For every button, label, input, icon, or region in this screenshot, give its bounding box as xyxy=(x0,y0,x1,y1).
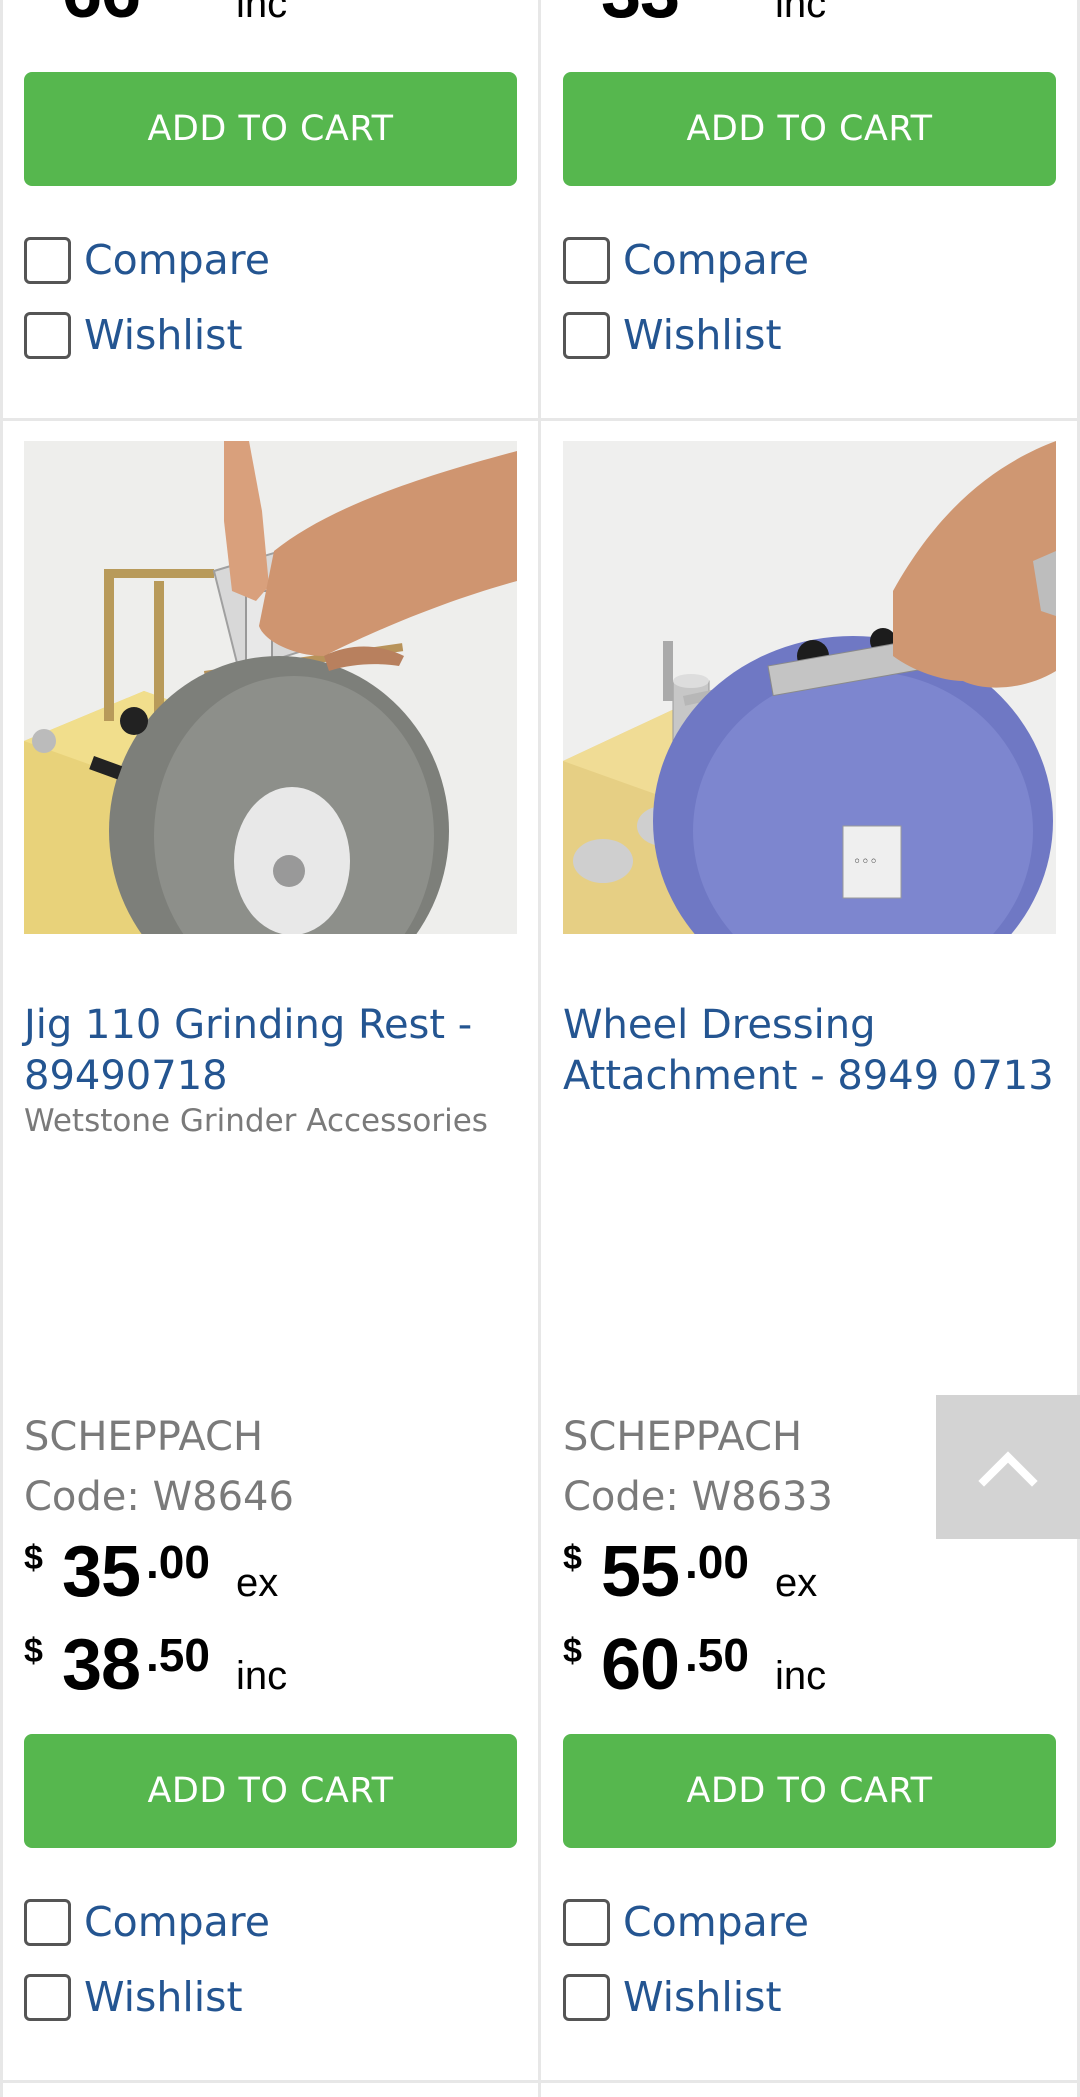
price-cents: .00 xyxy=(146,1536,210,1588)
currency-symbol: $ xyxy=(563,1539,582,1577)
back-to-top-button[interactable] xyxy=(936,1395,1080,1539)
price-whole: 35 xyxy=(62,1532,141,1612)
checkbox[interactable] xyxy=(24,1973,71,2021)
wishlist-label[interactable]: Wishlist xyxy=(623,1973,782,2021)
checkbox[interactable] xyxy=(563,1973,610,2021)
product-code: Code: W8646 xyxy=(24,1474,294,1520)
product-card: ◦◦◦ Wheel Dressing Attachment - 8949 071… xyxy=(563,0,1056,2080)
compare-checkbox[interactable]: Compare xyxy=(563,1896,809,1948)
price-unit: ex xyxy=(236,1561,279,1605)
compare-label[interactable]: Compare xyxy=(84,1898,270,1946)
currency-symbol: $ xyxy=(24,1539,43,1577)
price-unit: inc xyxy=(775,1654,827,1698)
grid-column-divider xyxy=(0,0,3,2097)
price-whole: 60 xyxy=(601,1625,680,1705)
checkbox[interactable] xyxy=(24,1898,71,1946)
price-cents: .00 xyxy=(685,1536,749,1588)
product-title-link[interactable]: Jig 110 Grinding Rest - 89490718 xyxy=(24,1000,517,1102)
price-ex: $ 55 .00 ex xyxy=(563,1532,963,1615)
price-ex: $ 35 .00 ex xyxy=(24,1532,424,1615)
compare-checkbox[interactable]: Compare xyxy=(24,1896,270,1948)
product-title-link[interactable]: Wheel Dressing Attachment - 8949 0713 xyxy=(563,1000,1056,1102)
wishlist-checkbox[interactable]: Wishlist xyxy=(24,1971,243,2023)
product-card: Jig 110 Grinding Rest - 89490718 Wetston… xyxy=(24,0,517,2080)
svg-text:◦◦◦: ◦◦◦ xyxy=(853,854,878,870)
price-cents: .50 xyxy=(685,1629,749,1681)
product-image[interactable]: ◦◦◦ xyxy=(563,441,1056,934)
wishlist-label[interactable]: Wishlist xyxy=(84,1973,243,2021)
wheel-dressing-attachment-photo: ◦◦◦ xyxy=(563,441,1056,934)
price-inc: $ 60 .50 inc xyxy=(563,1625,963,1708)
product-image[interactable] xyxy=(24,441,517,934)
checkbox[interactable] xyxy=(563,1898,610,1946)
product-brand: SCHEPPACH xyxy=(24,1414,264,1460)
product-code: Code: W8633 xyxy=(563,1474,833,1520)
add-to-cart-button[interactable]: ADD TO CART xyxy=(24,1734,517,1848)
grid-row-divider xyxy=(0,2080,1080,2083)
add-to-cart-button[interactable]: ADD TO CART xyxy=(563,1734,1056,1848)
product-brand: SCHEPPACH xyxy=(563,1414,803,1460)
grinding-rest-jig-photo xyxy=(24,441,517,934)
chevron-up-icon xyxy=(978,1451,1038,1487)
price-cents: .50 xyxy=(146,1629,210,1681)
wishlist-checkbox[interactable]: Wishlist xyxy=(563,1971,782,2023)
product-grid-page: $ 66 .00 inc ADD TO CART Compare Wishlis… xyxy=(0,0,1080,2097)
price-inc: $ 38 .50 inc xyxy=(24,1625,424,1708)
compare-label[interactable]: Compare xyxy=(623,1898,809,1946)
price-unit: inc xyxy=(236,1654,288,1698)
currency-symbol: $ xyxy=(563,1632,582,1670)
price-whole: 38 xyxy=(62,1625,141,1705)
product-category: Wetstone Grinder Accessories xyxy=(24,1103,488,1139)
grid-column-divider xyxy=(538,0,541,2097)
currency-symbol: $ xyxy=(24,1632,43,1670)
price-unit: ex xyxy=(775,1561,818,1605)
price-whole: 55 xyxy=(601,1532,680,1612)
